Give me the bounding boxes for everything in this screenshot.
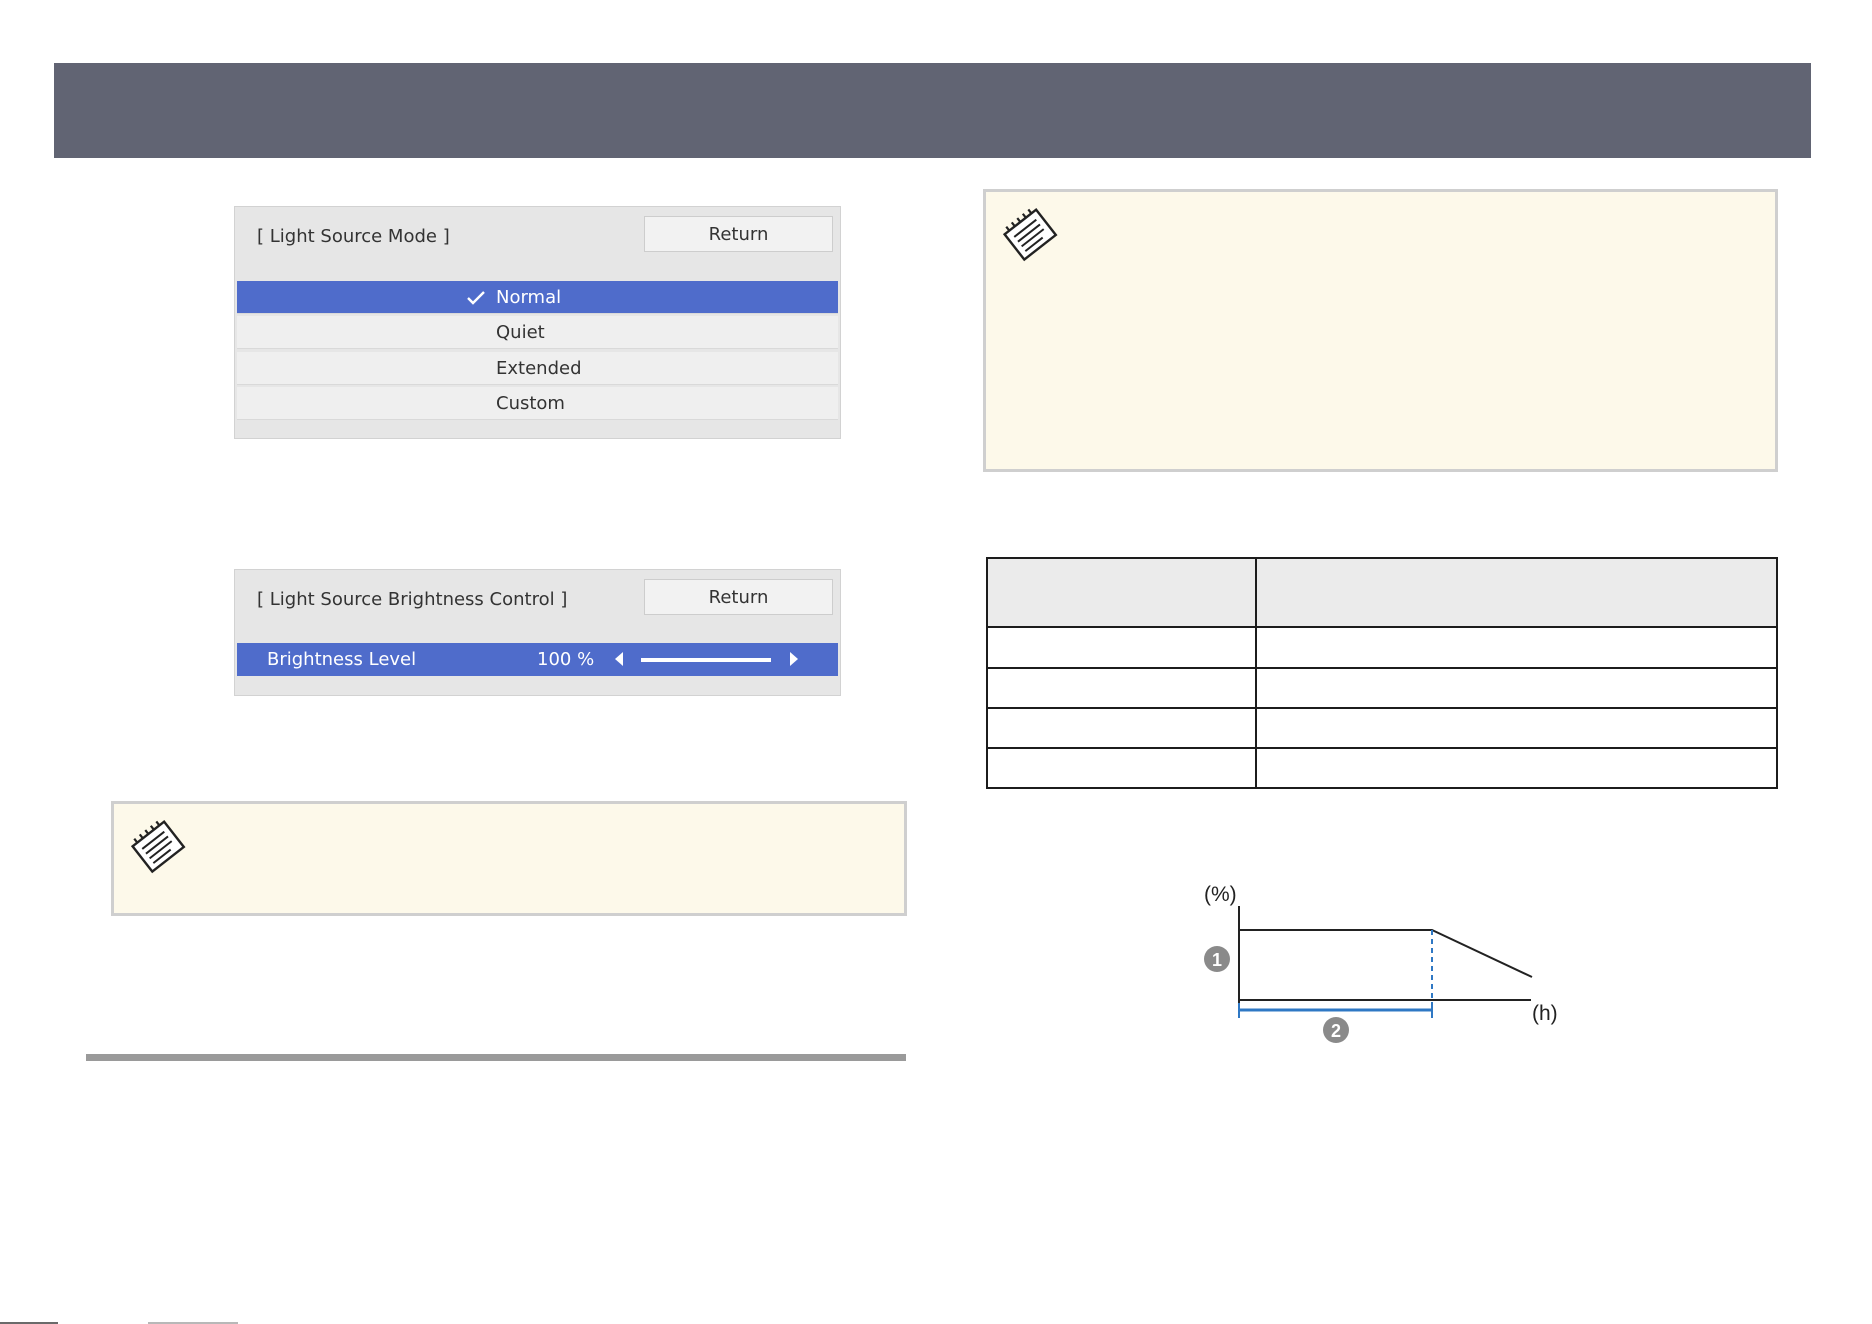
note-icon — [1002, 208, 1058, 262]
brightness-slider-track[interactable] — [641, 658, 771, 662]
menu-title: [ Light Source Mode ] — [257, 226, 450, 247]
top-banner — [54, 63, 1811, 158]
brightness-graph: (%) (h) 1 2 — [1204, 883, 1558, 1043]
table-row-divider — [988, 747, 1776, 749]
brightness-level-row[interactable]: Brightness Level 100 % — [237, 643, 838, 676]
left-arrow-icon[interactable] — [613, 651, 625, 667]
brightness-control-menu: [ Light Source Brightness Control ] Retu… — [234, 569, 841, 696]
table-header-cell — [988, 559, 1255, 626]
table-row-divider — [988, 667, 1776, 669]
table-column-divider — [1255, 559, 1257, 787]
check-icon — [467, 291, 485, 305]
graph-brightness-line — [1239, 929, 1533, 978]
menu-option-custom[interactable]: Custom — [237, 387, 838, 420]
brightness-slider-fill — [641, 658, 771, 662]
callout-2-label: 2 — [1331, 1021, 1341, 1041]
menu-option-extended[interactable]: Extended — [237, 352, 838, 385]
note-box — [983, 189, 1778, 472]
table-row-divider — [988, 707, 1776, 709]
return-button-label: Return — [708, 223, 769, 245]
menu-option-quiet[interactable]: Quiet — [237, 316, 838, 349]
menu-option-label: Quiet — [496, 322, 545, 343]
brightness-level-value: 100 % — [537, 649, 595, 670]
table-header-cell — [1257, 559, 1776, 626]
brightness-level-label: Brightness Level — [267, 649, 417, 670]
spec-table — [986, 557, 1778, 789]
graph-y-unit: (%) — [1204, 883, 1237, 906]
menu-option-label: Custom — [496, 393, 565, 414]
return-button-label: Return — [708, 586, 769, 608]
section-divider — [86, 1054, 906, 1061]
menu-option-normal[interactable]: Normal — [237, 281, 838, 314]
menu-option-label: Extended — [496, 358, 582, 379]
note-icon — [130, 820, 186, 874]
menu-title: [ Light Source Brightness Control ] — [257, 589, 568, 610]
table-row-divider — [988, 626, 1776, 628]
return-button[interactable]: Return — [644, 579, 833, 615]
graph-x-unit: (h) — [1532, 1002, 1558, 1025]
right-arrow-icon[interactable] — [788, 651, 800, 667]
callout-1-label: 1 — [1212, 950, 1222, 970]
note-box — [111, 801, 907, 916]
return-button[interactable]: Return — [644, 216, 833, 252]
light-source-mode-menu: [ Light Source Mode ] Return Normal Quie… — [234, 206, 841, 439]
menu-option-label: Normal — [496, 287, 562, 308]
